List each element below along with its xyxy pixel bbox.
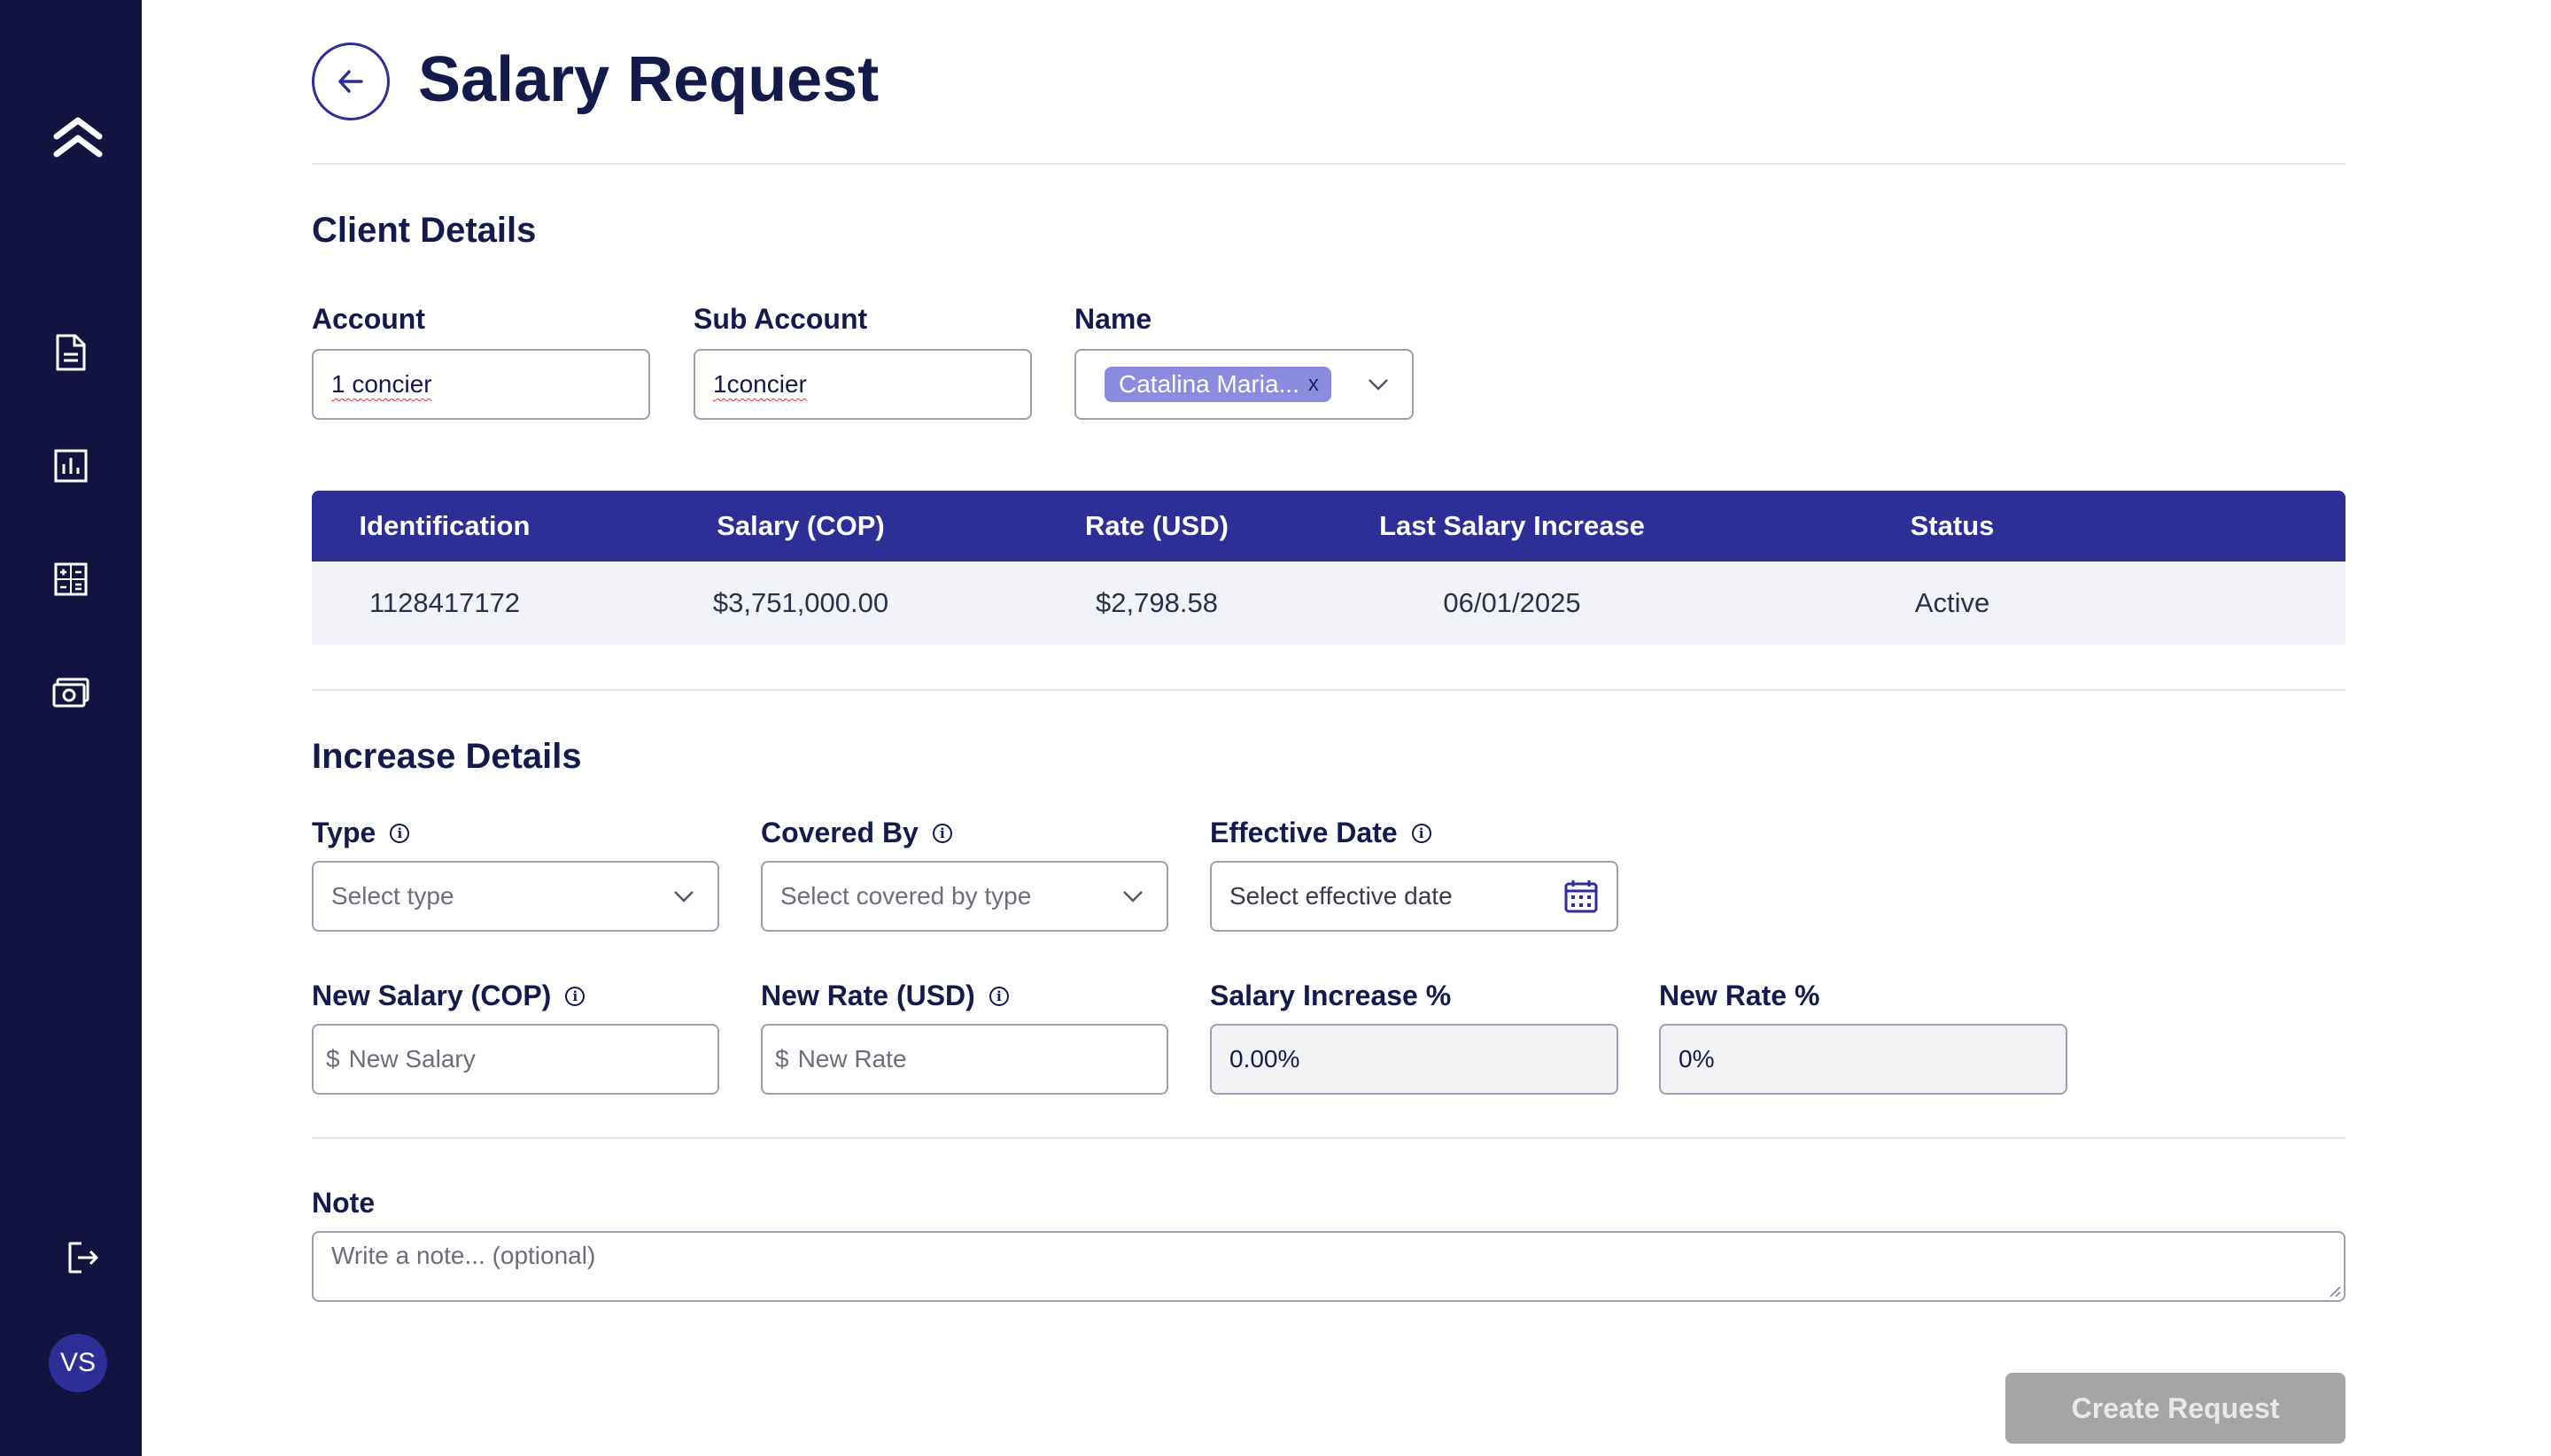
arrow-left-icon — [338, 70, 363, 93]
info-icon[interactable]: i — [989, 986, 1009, 1006]
table-row: 1128417172 $3,751,000.00 $2,798.58 06/01… — [312, 561, 2346, 645]
new-rate-pct-value: 0% — [1679, 1045, 1715, 1073]
covered-by-label-text: Covered By — [761, 817, 919, 848]
resize-handle-icon[interactable] — [2328, 1284, 2342, 1298]
effective-date-input[interactable]: Select effective date — [1210, 861, 1618, 932]
column-header-status: Status — [1910, 510, 1995, 541]
chevron-down-icon — [1123, 891, 1143, 902]
column-header-rate: Rate (USD) — [1085, 510, 1229, 541]
double-chevron-up-icon[interactable] — [46, 110, 110, 167]
table-header: Identification Salary (COP) Rate (USD) L… — [312, 491, 2346, 561]
covered-by-select[interactable]: Select covered by type — [761, 861, 1168, 932]
cell-identification: 1128417172 — [368, 587, 521, 618]
document-icon[interactable] — [46, 328, 96, 377]
new-rate-label: New Rate (USD) i — [761, 980, 1009, 1012]
salary-increase-label: Salary Increase % — [1210, 980, 1452, 1011]
column-header-salary: Salary (COP) — [717, 510, 885, 541]
page-title: Salary Request — [418, 44, 880, 115]
calendar-icon[interactable] — [1563, 879, 1599, 914]
new-salary-label: New Salary (COP) i — [312, 980, 585, 1012]
new-rate-label-text: New Rate (USD) — [761, 980, 975, 1011]
calculator-icon[interactable] — [46, 554, 96, 604]
column-header-identification: Identification — [359, 510, 531, 541]
table-divider — [312, 689, 2346, 691]
employee-table: Identification Salary (COP) Rate (USD) L… — [312, 491, 2346, 645]
logout-icon[interactable] — [58, 1233, 108, 1282]
note-placeholder: Write a note... (optional) — [331, 1242, 596, 1269]
name-chip: Catalina Maria... x — [1105, 367, 1331, 402]
create-request-button[interactable]: Create Request — [2005, 1373, 2346, 1444]
name-chip-label: Catalina Maria... — [1119, 370, 1299, 398]
cell-rate: $2,798.58 — [1096, 587, 1218, 618]
type-select[interactable]: Select type — [312, 861, 719, 932]
note-textarea[interactable]: Write a note... (optional) — [312, 1231, 2346, 1302]
new-salary-label-text: New Salary (COP) — [312, 980, 552, 1011]
type-label-text: Type — [312, 817, 376, 848]
client-details-title: Client Details — [312, 211, 537, 250]
column-header-last-increase: Last Salary Increase — [1379, 510, 1645, 541]
account-value: 1 concier — [331, 370, 432, 398]
cell-salary: $3,751,000.00 — [712, 587, 889, 618]
name-select[interactable]: Catalina Maria... x — [1074, 349, 1414, 420]
sub-account-field[interactable]: 1concier — [694, 349, 1032, 420]
sub-account-value: 1concier — [713, 370, 807, 398]
new-salary-input[interactable]: $ New Salary — [312, 1024, 719, 1095]
effective-date-placeholder: Select effective date — [1229, 882, 1453, 910]
currency-prefix: $ — [775, 1045, 789, 1073]
details-divider — [312, 1137, 2346, 1139]
new-rate-pct-label: New Rate % — [1659, 980, 1820, 1011]
bar-chart-icon[interactable] — [46, 441, 96, 491]
account-field[interactable]: 1 concier — [312, 349, 650, 420]
account-label: Account — [312, 303, 425, 335]
type-placeholder: Select type — [331, 882, 454, 910]
chevron-down-icon — [674, 891, 694, 902]
covered-by-label: Covered By i — [761, 817, 952, 849]
back-button[interactable] — [312, 43, 390, 120]
chevron-down-icon[interactable] — [1368, 377, 1389, 391]
main-content: Salary Request Client Details Account 1 … — [312, 0, 2346, 1456]
new-rate-placeholder: New Rate — [797, 1045, 907, 1073]
avatar[interactable]: VS — [49, 1334, 107, 1392]
sub-account-label: Sub Account — [694, 303, 868, 335]
type-label: Type i — [312, 817, 410, 849]
money-icon[interactable] — [46, 668, 96, 717]
note-label: Note — [312, 1187, 376, 1219]
cell-status: Active — [1914, 587, 1990, 618]
sidebar: VS — [0, 0, 142, 1456]
effective-date-label-text: Effective Date — [1210, 817, 1398, 848]
effective-date-label: Effective Date i — [1210, 817, 1431, 849]
header-divider — [312, 163, 2346, 165]
chip-remove-button[interactable]: x — [1308, 372, 1319, 397]
salary-increase-value: 0.00% — [1229, 1045, 1300, 1073]
info-icon[interactable]: i — [565, 986, 585, 1006]
info-icon[interactable]: i — [932, 823, 952, 843]
new-rate-pct-field: 0% — [1659, 1024, 2067, 1095]
covered-by-placeholder: Select covered by type — [780, 882, 1032, 910]
info-icon[interactable]: i — [1411, 823, 1431, 843]
currency-prefix: $ — [326, 1045, 340, 1073]
new-salary-placeholder: New Salary — [348, 1045, 476, 1073]
salary-increase-field: 0.00% — [1210, 1024, 1618, 1095]
new-rate-input[interactable]: $ New Rate — [761, 1024, 1168, 1095]
info-icon[interactable]: i — [390, 823, 410, 843]
cell-last-increase: 06/01/2025 — [1443, 587, 1581, 618]
increase-details-title: Increase Details — [312, 737, 582, 776]
name-label: Name — [1074, 303, 1152, 335]
